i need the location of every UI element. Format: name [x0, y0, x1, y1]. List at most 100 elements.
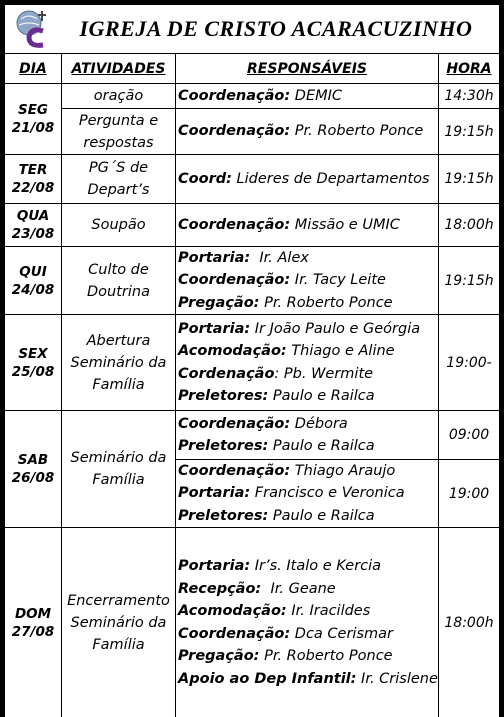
day-name: QUI — [19, 263, 47, 280]
responsible-line: Acomodação: Ir. Iracildes — [178, 600, 370, 623]
column-header-label: RESPONSÁVEIS — [247, 60, 367, 77]
responsible-role: Coord: — [178, 170, 232, 187]
column-header-hora: HORA — [439, 54, 499, 83]
time-value: 19:15h — [444, 171, 494, 187]
activity-cell: Pergunta e respostas — [62, 109, 175, 154]
page-title: IGREJA DE CRISTO ACARACUZINHO — [79, 16, 473, 41]
column-header-label: DIA — [19, 60, 47, 77]
responsible-line: Portaria: Ir João Paulo e Geórgia — [178, 318, 420, 341]
day-cell: SEX 25/08 — [5, 315, 61, 410]
activity-cell: Culto de Doutrina — [62, 247, 175, 314]
responsible-role: Recepção: — [178, 580, 262, 597]
responsible-role: Coordenação: — [178, 87, 291, 104]
responsible-line: Coordenação: Missão e UMIC — [178, 214, 400, 237]
day-date: 27/08 — [11, 623, 55, 640]
responsible-cell: Coordenação: Débora Preletores: Paulo e R… — [176, 411, 438, 459]
activity-line: Abertura — [86, 332, 151, 349]
time-value: 09:00 — [448, 427, 490, 443]
activity-cell: PG´S de Depart’s — [62, 155, 175, 203]
day-date: 22/08 — [11, 180, 55, 196]
responsible-role: Coordenação: — [178, 462, 291, 479]
schedule-frame: IGREJA DE CRISTO ACARACUZINHO DIA ATIVIDA… — [0, 0, 504, 717]
responsible-name: Ir. Alex — [250, 249, 309, 266]
day-date: 21/08 — [11, 120, 55, 136]
responsible-line: Recepção: Ir. Geane — [178, 578, 336, 601]
time-value: 14:30h — [444, 88, 494, 104]
activity-line: Culto de — [88, 261, 149, 278]
activity-line: Encerramento — [67, 592, 170, 609]
responsible-line: Cordenação: Pb. Wermite — [178, 363, 373, 386]
responsible-role: Preletores: — [178, 507, 269, 524]
responsible-cell: Coordenação: Pr. Roberto Ponce — [176, 109, 438, 154]
church-logo-icon — [16, 10, 46, 48]
responsible-line: Portaria: Francisco e Veronica — [178, 482, 405, 505]
responsible-name: Ir. Geane — [261, 580, 336, 597]
responsible-name: Thiago e Aline — [286, 343, 395, 359]
responsible-name: DEMIC — [290, 87, 343, 104]
responsible-line: Acomodação: Thiago e Aline — [178, 340, 395, 363]
day-name: TER — [18, 162, 48, 178]
responsible-name: Ir. Tacy Leite — [290, 272, 386, 289]
time-cell: 19:15h — [439, 109, 499, 154]
responsible-line: Coordenação: DEMIC — [178, 85, 342, 108]
responsible-line: Coord: Lideres de Departamentos — [178, 168, 430, 191]
responsible-role: Pregação: — [178, 648, 260, 664]
time-value: 19:15h — [444, 123, 494, 140]
column-header-label: HORA — [446, 60, 492, 77]
responsible-name: Francisco e Veronica — [250, 485, 405, 502]
responsible-name: Pr. Roberto Ponce — [259, 648, 393, 664]
column-header-responsaveis: RESPONSÁVEIS — [176, 54, 438, 83]
time-value: 18:00h — [444, 217, 494, 233]
responsible-role: Apoio ao Dep Infantil: — [178, 670, 357, 687]
responsible-role: Preletores: — [178, 388, 269, 404]
activity-cell: Seminário da Família — [62, 411, 175, 527]
column-header-label: ATIVIDADES — [71, 60, 166, 77]
activity-line: Seminário da — [70, 354, 167, 371]
day-cell: SAB 26/08 — [5, 411, 61, 527]
time-cell: 19:15h — [439, 247, 499, 314]
responsible-name: Paulo e Railca — [268, 438, 375, 454]
responsible-name: Dca Cerismar — [290, 625, 393, 642]
responsible-name: Lideres de Departamentos — [231, 170, 430, 187]
activity-line: Seminário da — [70, 450, 167, 466]
responsible-role: Cordenação — [178, 365, 275, 382]
responsible-line: Coordenação: Ir. Tacy Leite — [178, 269, 386, 292]
responsible-cell: Portaria: Ir João Paulo e Geórgia Acomoda… — [176, 315, 438, 410]
time-cell: 14:30h — [439, 84, 499, 108]
day-date: 24/08 — [11, 281, 55, 298]
responsible-role: Coordenação: — [178, 415, 291, 432]
activity-line: Seminário da — [70, 614, 167, 631]
day-date: 26/08 — [11, 470, 55, 486]
responsible-name: : Pb. Wermite — [274, 365, 374, 382]
responsible-name: Débora — [290, 415, 348, 432]
column-header-dia: DIA — [5, 54, 61, 83]
day-cell: QUA 23/08 — [5, 204, 61, 246]
responsible-role: Coordenação: — [178, 625, 291, 642]
responsible-line: Coordenação: Débora — [178, 413, 348, 436]
time-cell: 19:00 — [439, 460, 499, 527]
time-value: 19:00- — [446, 354, 492, 371]
responsible-line: Preletores: Paulo e Railca — [178, 505, 375, 527]
activity-line: Soupão — [91, 217, 146, 233]
responsible-role: Portaria: — [178, 320, 251, 337]
responsible-role: Portaria: — [178, 485, 251, 502]
activity-cell: Soupão — [62, 204, 175, 246]
day-name: QUA — [16, 208, 50, 224]
responsible-cell: Coordenação: Thiago Araujo Portaria: Fran… — [176, 460, 438, 527]
responsible-role: Portaria: — [178, 249, 251, 266]
day-cell: QUI 24/08 — [5, 247, 61, 314]
responsible-line: Pregação: Pr. Roberto Ponce — [178, 292, 393, 314]
responsible-line: Pregação: Pr. Roberto Ponce — [178, 645, 393, 668]
responsible-role: Coordenação: — [178, 123, 291, 140]
activity-line: respostas — [83, 134, 154, 151]
responsible-name: Ir. Iracildes — [286, 603, 371, 619]
responsible-role: Preletores: — [178, 438, 269, 454]
day-name: DOM — [14, 605, 52, 622]
activity-cell: oração — [62, 84, 175, 108]
day-cell: SEG 21/08 — [5, 84, 61, 154]
responsible-cell: Coord: Lideres de Departamentos — [176, 155, 438, 203]
activity-line: Família — [92, 636, 145, 653]
activity-line: Pergunta e — [78, 112, 159, 129]
time-cell: 09:00 — [439, 411, 499, 459]
activity-line: Doutrina — [87, 283, 150, 300]
